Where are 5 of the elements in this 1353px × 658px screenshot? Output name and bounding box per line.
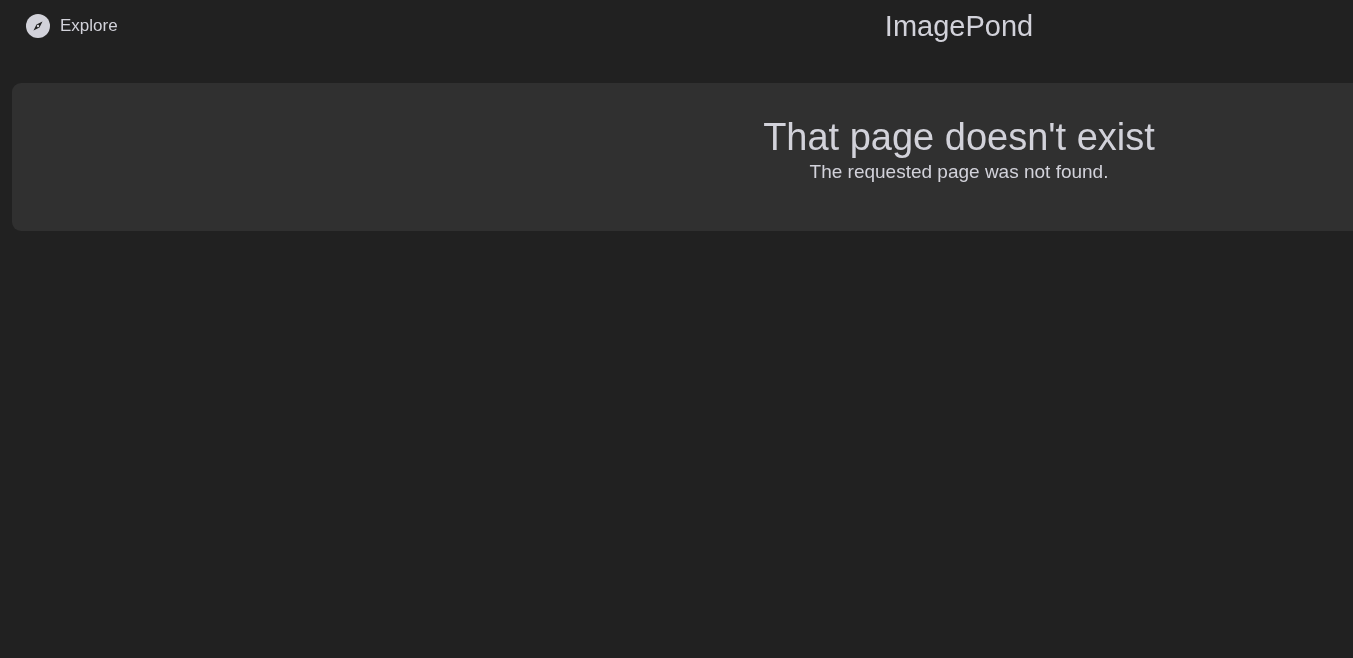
site-title: ImagePond xyxy=(884,9,1034,43)
compass-icon xyxy=(26,14,50,38)
explore-link[interactable]: Explore xyxy=(26,14,118,38)
error-heading: That page doesn't exist xyxy=(763,115,1155,159)
error-message: The requested page was not found. xyxy=(809,160,1109,184)
